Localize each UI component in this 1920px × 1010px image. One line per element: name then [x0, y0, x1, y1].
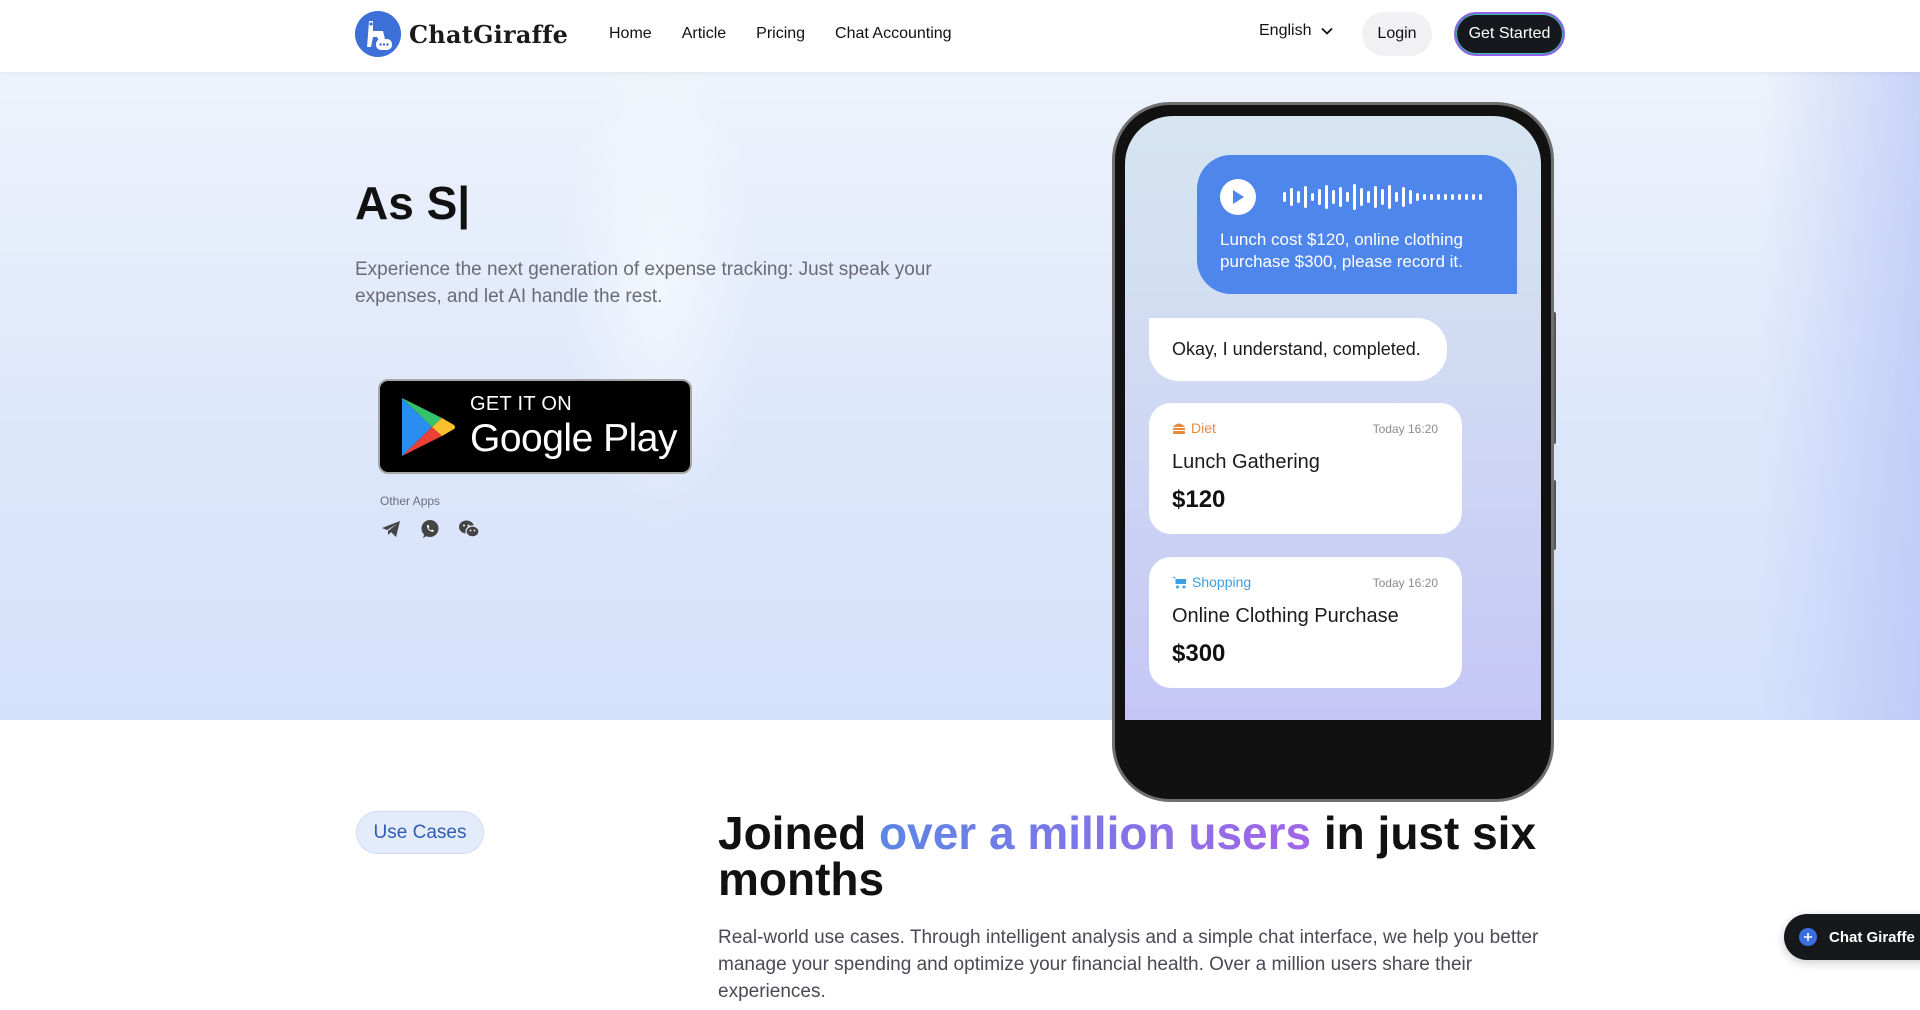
- use-cases-pill: Use Cases: [356, 811, 484, 854]
- site-header: ChatGiraffe Home Article Pricing Chat Ac…: [0, 0, 1920, 72]
- waveform-bar: [1437, 194, 1440, 200]
- wechat-icon[interactable]: [458, 518, 480, 540]
- title-highlight: over a million users: [879, 807, 1312, 859]
- waveform-bar: [1353, 184, 1356, 210]
- voice-message-text: Lunch cost $120, online clothing purchas…: [1220, 230, 1463, 271]
- title-part: Joined: [718, 807, 880, 859]
- google-play-badge[interactable]: GET IT ON Google Play: [378, 379, 692, 474]
- telegram-icon[interactable]: [380, 518, 402, 540]
- play-icon[interactable]: [1220, 179, 1256, 215]
- hero-edge-glow: [1760, 72, 1920, 720]
- waveform-bar: [1395, 192, 1398, 202]
- section-description: Real-world use cases. Through intelligen…: [718, 927, 1539, 1002]
- waveform-bar: [1472, 194, 1475, 200]
- waveform-bar: [1339, 187, 1342, 207]
- waveform-bar: [1332, 190, 1335, 204]
- nav-article[interactable]: Article: [682, 25, 726, 43]
- chat-widget-button[interactable]: Chat Giraffe: [1784, 914, 1920, 960]
- phone-screen: Lunch cost $120, online clothing purchas…: [1125, 116, 1541, 720]
- other-apps-label: Other Apps: [380, 494, 441, 508]
- burger-icon: [1173, 423, 1185, 434]
- language-selector[interactable]: English: [1259, 22, 1334, 40]
- waveform-bar: [1325, 185, 1328, 209]
- waveform-bar: [1451, 194, 1454, 200]
- waveform-bar: [1297, 191, 1300, 203]
- google-play-text: GET IT ON Google Play: [470, 393, 677, 460]
- hero-title: As S|: [355, 177, 471, 229]
- expense-card[interactable]: Diet Today 16:20 Lunch Gathering $120: [1149, 403, 1462, 534]
- expense-category: Diet: [1172, 420, 1216, 436]
- chevron-down-icon: [1321, 22, 1334, 40]
- waveform-bar: [1311, 193, 1314, 201]
- expense-amount: $120: [1172, 486, 1226, 513]
- section-title: Joined over a million users in just six …: [718, 810, 1538, 902]
- main-nav: Home Article Pricing Chat Accounting: [609, 0, 952, 68]
- waveform-bar: [1402, 187, 1405, 207]
- category-label: Diet: [1191, 420, 1216, 436]
- waveform-bar: [1290, 188, 1293, 206]
- voice-message-bubble: Lunch cost $120, online clothing purchas…: [1197, 155, 1517, 294]
- get-started-button[interactable]: Get Started: [1454, 12, 1565, 56]
- reply-bubble: Okay, I understand, completed.: [1149, 318, 1447, 381]
- chat-widget-label: Chat Giraffe: [1829, 928, 1915, 946]
- other-apps-list: [380, 518, 480, 540]
- giraffe-logo-icon: [355, 11, 401, 57]
- waveform-bar: [1388, 185, 1391, 209]
- waveform-bar: [1381, 189, 1384, 205]
- hero-section: As S| Experience the next generation of …: [0, 72, 1920, 720]
- expense-time: Today 16:20: [1372, 576, 1438, 590]
- shopping-cart-icon: [1172, 576, 1187, 588]
- nav-pricing[interactable]: Pricing: [756, 25, 805, 43]
- login-button[interactable]: Login: [1362, 12, 1432, 56]
- waveform-bar: [1304, 186, 1307, 208]
- expense-time: Today 16:20: [1372, 422, 1438, 436]
- expense-category: Shopping: [1172, 574, 1251, 590]
- waveform-icon: [1283, 183, 1482, 211]
- brand-name: ChatGiraffe: [409, 19, 569, 49]
- waveform-bar: [1458, 194, 1461, 200]
- waveform-bar: [1283, 192, 1286, 202]
- expense-card[interactable]: Shopping Today 16:20 Online Clothing Pur…: [1149, 557, 1462, 688]
- waveform-bar: [1430, 194, 1433, 200]
- nav-chat-accounting[interactable]: Chat Accounting: [835, 25, 952, 43]
- waveform-bar: [1318, 189, 1321, 205]
- waveform-bar: [1409, 190, 1412, 204]
- waveform-bar: [1444, 194, 1447, 200]
- hero-description: Experience the next generation of expens…: [355, 259, 932, 307]
- waveform-bar: [1479, 194, 1482, 200]
- expense-amount: $300: [1172, 640, 1226, 667]
- waveform-bar: [1346, 192, 1349, 202]
- waveform-bar: [1360, 188, 1363, 206]
- expense-name: Online Clothing Purchase: [1172, 605, 1399, 627]
- whatsapp-icon[interactable]: [419, 518, 441, 540]
- waveform-bar: [1423, 194, 1426, 200]
- waveform-bar: [1465, 194, 1468, 200]
- plus-icon: [1799, 928, 1817, 946]
- badge-small-text: GET IT ON: [470, 393, 572, 415]
- waveform-bar: [1367, 191, 1370, 203]
- expense-name: Lunch Gathering: [1172, 451, 1320, 473]
- waveform-bar: [1374, 186, 1377, 208]
- google-play-icon: [402, 397, 455, 456]
- badge-big-text: Google Play: [470, 417, 677, 460]
- language-label: English: [1259, 22, 1312, 39]
- nav-home[interactable]: Home: [609, 25, 652, 43]
- brand-logo[interactable]: ChatGiraffe: [355, 11, 568, 57]
- waveform-bar: [1416, 193, 1419, 201]
- category-label: Shopping: [1192, 574, 1252, 590]
